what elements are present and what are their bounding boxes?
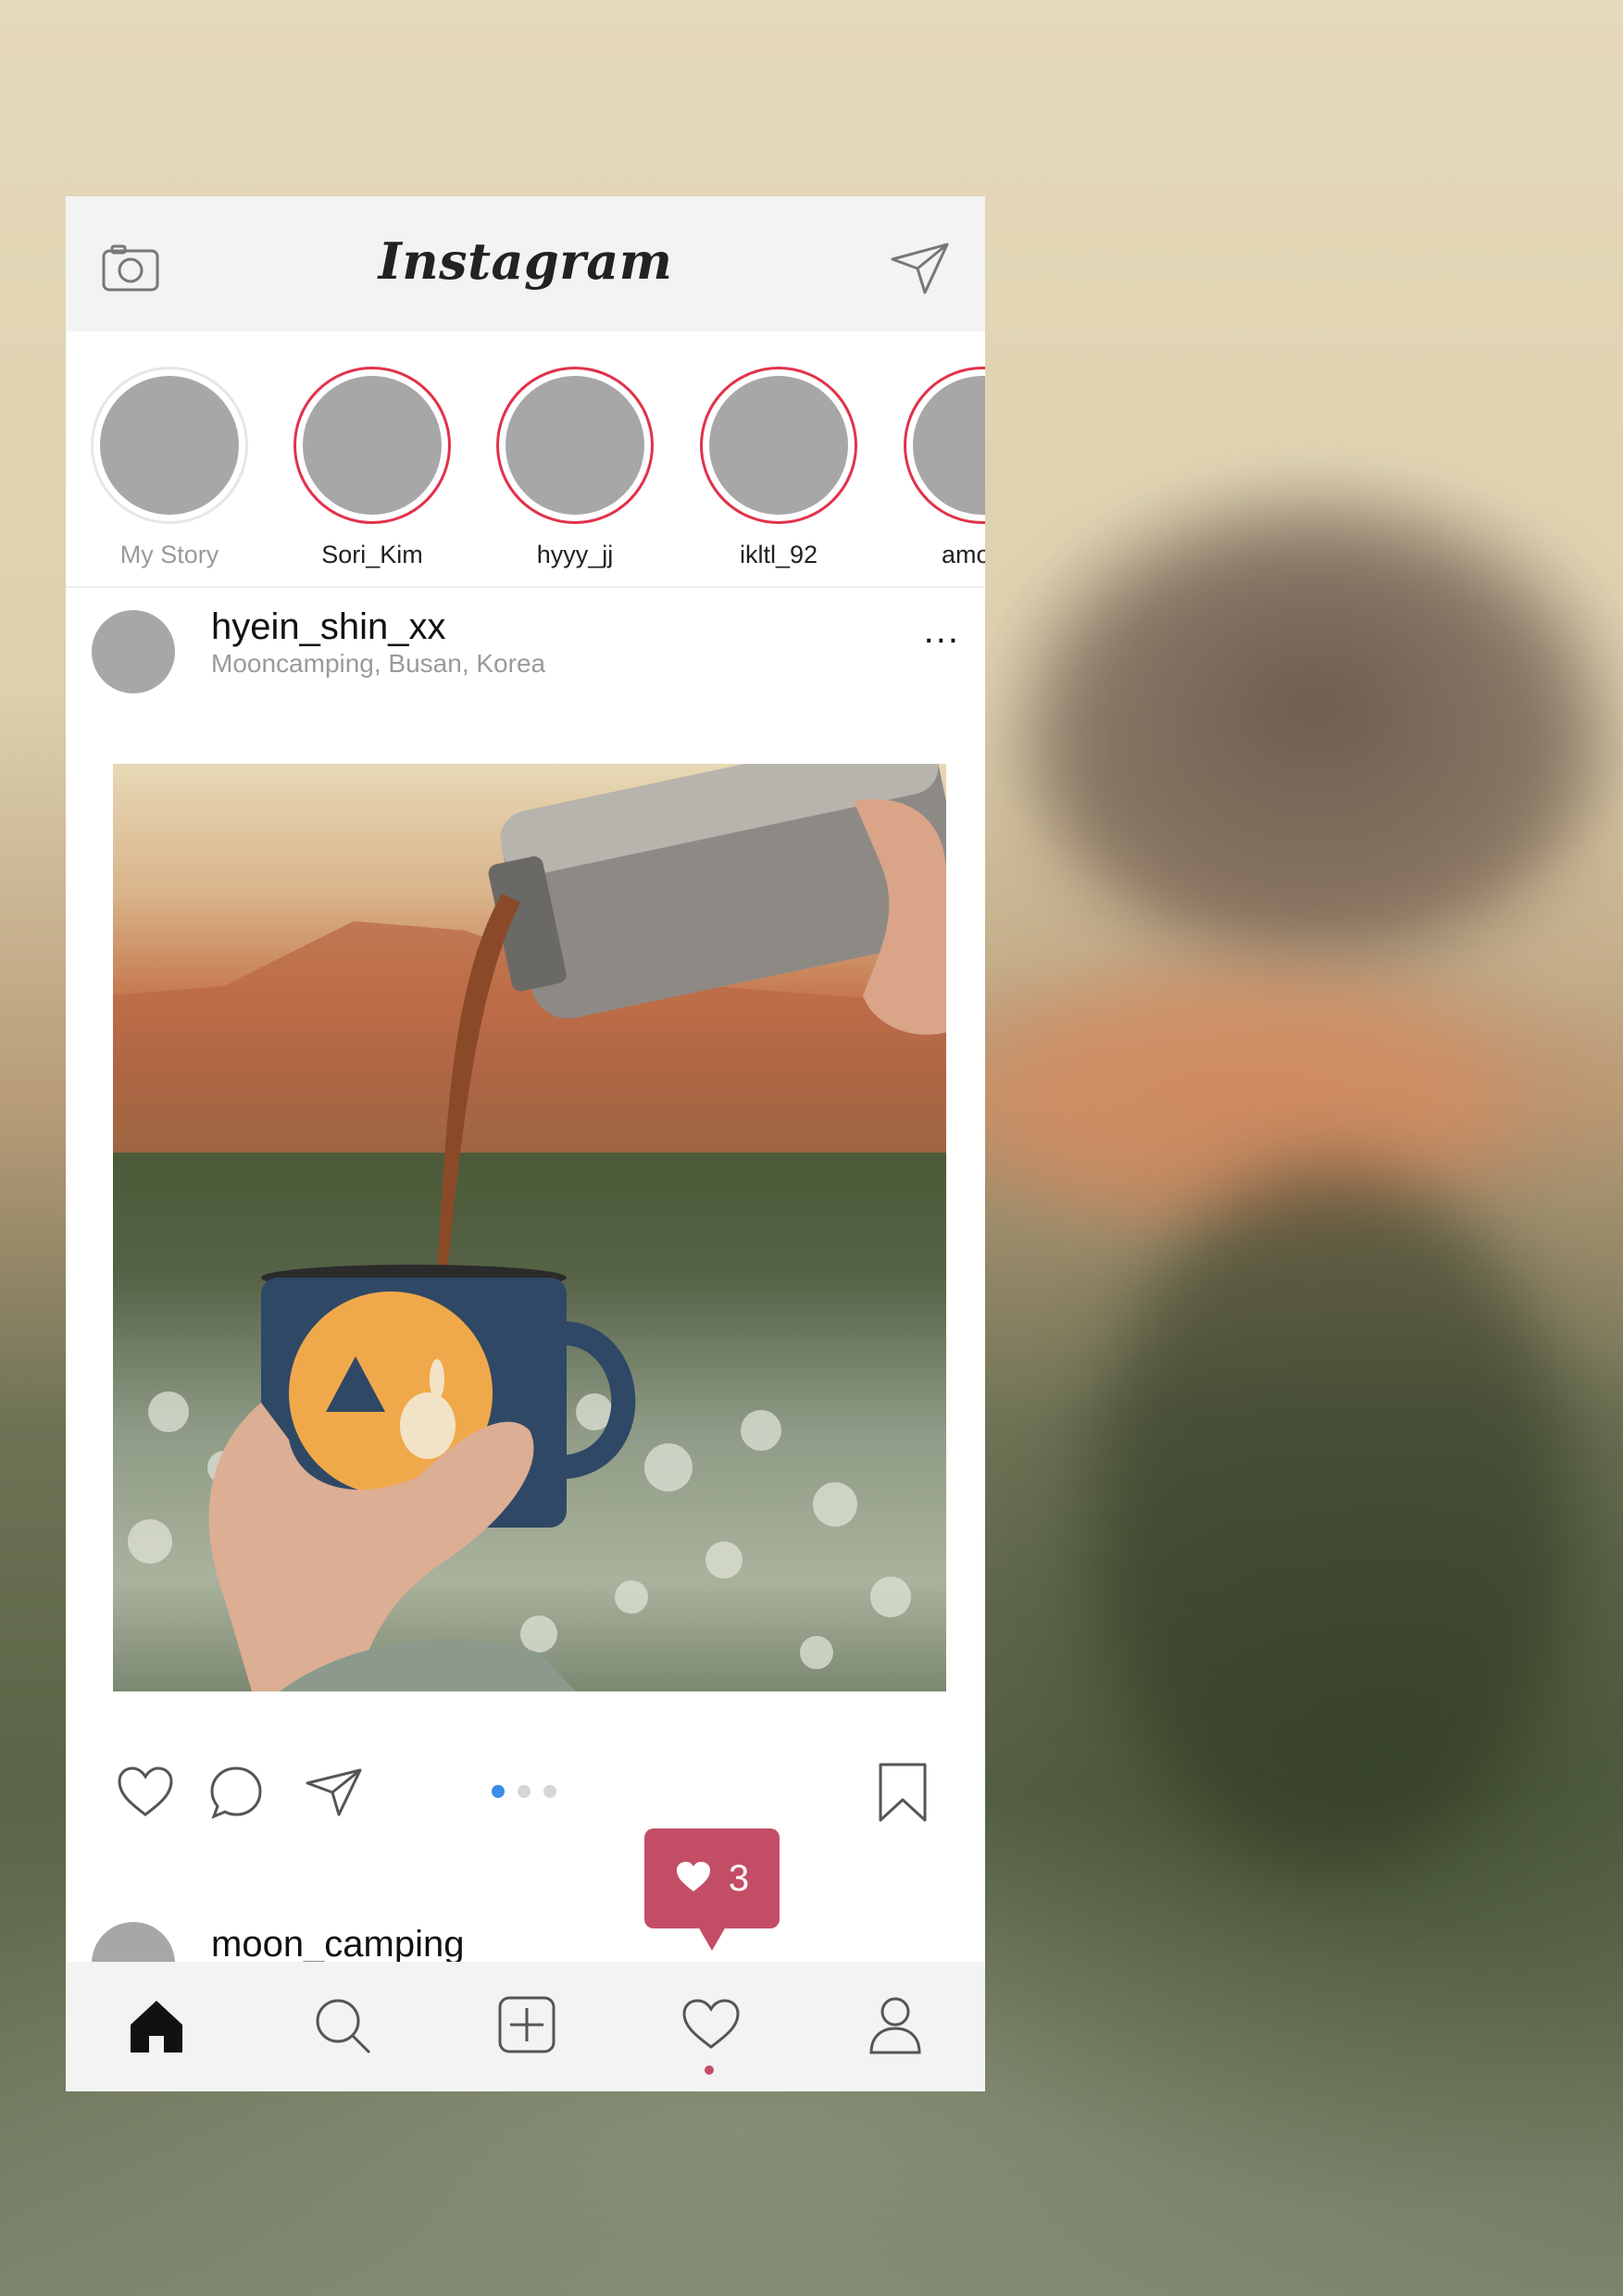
story-label: amo	[942, 541, 985, 568]
story-sori-kim[interactable]: Sori_Kim	[289, 367, 456, 569]
next-post-username[interactable]: moon_camping	[211, 1924, 465, 1965]
story-label: hyyy_jj	[536, 541, 614, 568]
notification-count: 3	[728, 1857, 750, 1899]
carousel-dot[interactable]	[492, 1785, 505, 1798]
share-icon[interactable]	[305, 1766, 364, 1818]
avatar	[303, 376, 442, 515]
avatar	[709, 376, 848, 515]
search-icon[interactable]	[312, 1995, 373, 2056]
avatar[interactable]	[92, 610, 175, 693]
story-label: ikltl_92	[739, 541, 818, 568]
story-label: Sori_Kim	[321, 541, 423, 568]
post-image-art	[113, 764, 946, 1691]
heart-icon	[675, 1860, 712, 1898]
home-icon[interactable]	[127, 1997, 186, 2056]
post-image[interactable]	[113, 764, 946, 1691]
bottom-nav	[66, 1962, 985, 2091]
story-ring	[496, 367, 654, 524]
comment-icon[interactable]	[208, 1765, 264, 1820]
avatar	[100, 376, 239, 515]
activity-heart-icon[interactable]	[680, 1997, 742, 2053]
story-ring	[904, 367, 985, 524]
carousel-dot[interactable]	[543, 1785, 556, 1798]
story-ring	[293, 367, 451, 524]
background-blur	[1037, 518, 1592, 963]
phone-screen: Instagram My Story Sori_Kim hyyy_jj iklt…	[66, 196, 985, 2091]
avatar	[506, 376, 644, 515]
post-username[interactable]: hyein_shin_xx	[211, 606, 446, 648]
post-location[interactable]: Mooncamping, Busan, Korea	[211, 649, 545, 679]
story-hyyy-jj[interactable]: hyyy_jj	[492, 367, 658, 569]
profile-icon[interactable]	[868, 1995, 923, 2056]
story-ikltl-92[interactable]: ikltl_92	[695, 367, 862, 569]
like-heart-icon[interactable]	[116, 1765, 175, 1820]
post-header: hyein_shin_xx Mooncamping, Busan, Korea …	[66, 592, 985, 693]
story-label: My Story	[119, 541, 219, 568]
notification-dot	[705, 2065, 714, 2075]
carousel-dots	[492, 1785, 556, 1798]
avatar	[913, 376, 985, 515]
carousel-dot[interactable]	[518, 1785, 531, 1798]
background-blur	[1092, 1167, 1574, 1870]
app-title: Instagram	[378, 231, 673, 291]
stories-row: My Story Sori_Kim hyyy_jj ikltl_92 amo	[66, 331, 985, 783]
story-ring	[91, 367, 248, 524]
notification-badge[interactable]: 3	[644, 1828, 780, 1951]
send-icon[interactable]	[890, 241, 951, 296]
story-ring	[700, 367, 857, 524]
more-options-button[interactable]: ...	[924, 610, 960, 652]
top-bar: Instagram	[66, 196, 985, 331]
background-blur	[981, 981, 1500, 1222]
bookmark-icon[interactable]	[877, 1761, 929, 1824]
story-my-story[interactable]: My Story	[86, 367, 253, 569]
story-amo[interactable]: amo	[899, 367, 985, 569]
divider	[66, 586, 985, 588]
post-actions	[66, 1752, 985, 1844]
add-icon[interactable]	[497, 1995, 556, 2054]
